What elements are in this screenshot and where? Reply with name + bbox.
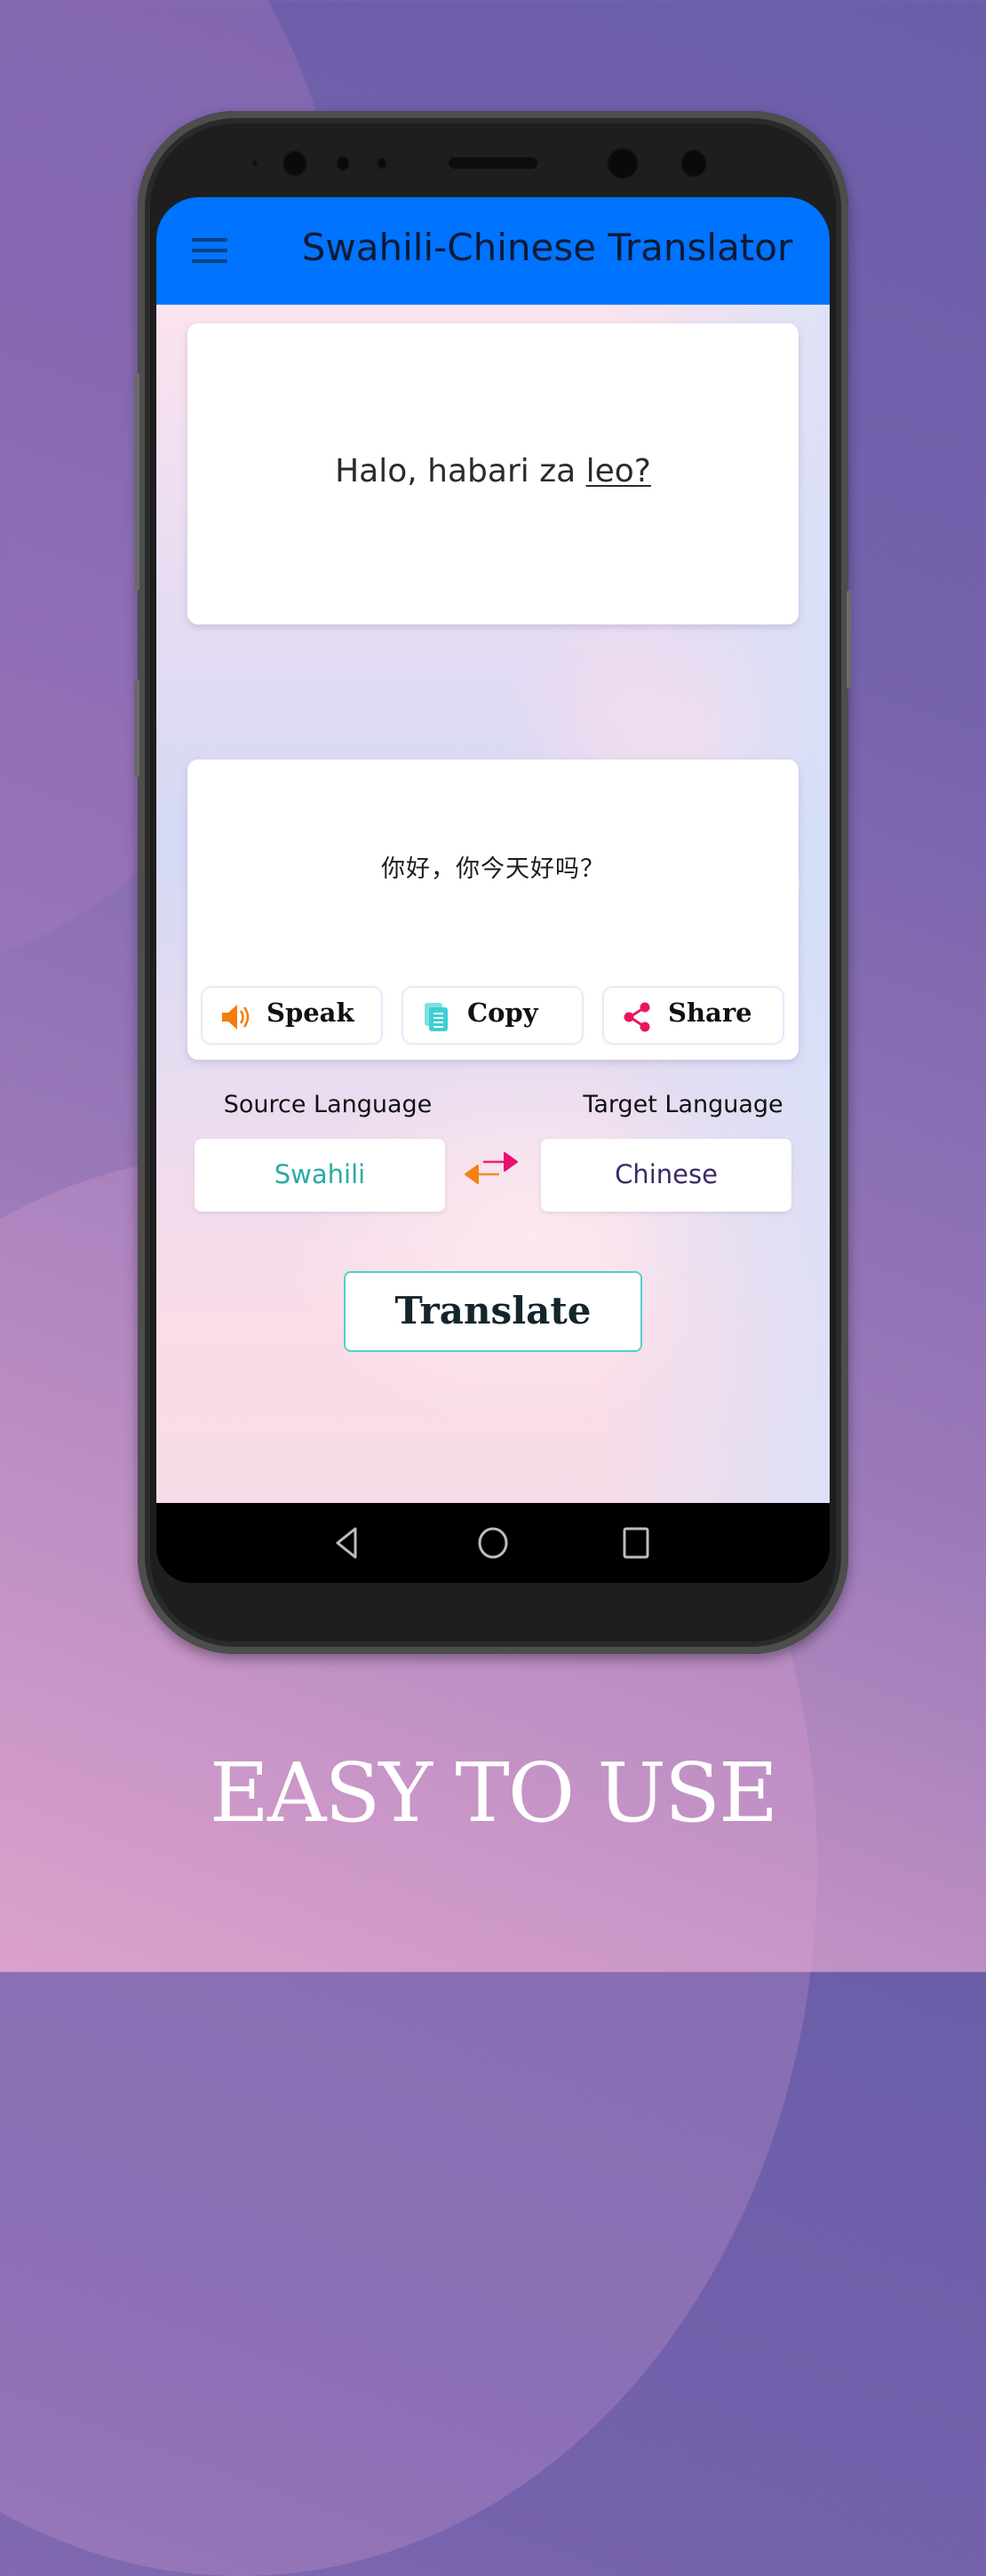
sensor-dot — [251, 160, 258, 167]
copy-icon — [425, 1003, 448, 1031]
source-text-input[interactable]: Halo, habari za leo? — [187, 323, 799, 624]
phone-side-button — [134, 680, 139, 777]
share-label: Share — [668, 998, 752, 1028]
target-language-label: Target Language — [583, 1091, 783, 1118]
swap-arrows-icon[interactable] — [458, 1148, 524, 1190]
android-nav-bar — [156, 1503, 830, 1583]
copy-button[interactable]: Copy — [403, 988, 582, 1043]
source-language-label: Source Language — [223, 1091, 433, 1118]
hamburger-menu-icon[interactable] — [192, 238, 227, 265]
source-language-selector[interactable]: Swahili — [195, 1139, 445, 1212]
target-language-value: Chinese — [615, 1159, 718, 1189]
speak-button[interactable]: Speak — [203, 988, 381, 1043]
app-title: Swahili-Chinese Translator — [301, 226, 793, 269]
translation-output-card: 你好，你今天好吗？ Speak Copy Share — [187, 759, 799, 1060]
front-camera — [282, 150, 307, 177]
sensor-dot — [336, 155, 350, 171]
source-language-value: Swahili — [274, 1159, 366, 1189]
share-button[interactable]: Share — [604, 988, 783, 1043]
source-text-underlined-word: leo? — [585, 453, 651, 489]
sensor-dot — [377, 157, 387, 170]
app-bar: Swahili-Chinese Translator — [156, 197, 830, 305]
phone-power-button — [847, 591, 852, 688]
recents-icon[interactable] — [622, 1526, 650, 1560]
front-camera-2 — [607, 147, 639, 179]
back-icon[interactable] — [334, 1526, 359, 1560]
target-language-selector[interactable]: Chinese — [541, 1139, 791, 1212]
main-content: Halo, habari za leo? 你好，你今天好吗？ Speak Cop… — [156, 305, 830, 1503]
translated-text: 你好，你今天好吗？ — [381, 855, 605, 883]
speaker-icon — [222, 1005, 250, 1030]
earpiece-speaker — [449, 157, 537, 169]
source-text: Halo, habari za leo? — [187, 453, 799, 489]
front-sensor — [680, 149, 707, 178]
copy-label: Copy — [467, 998, 538, 1028]
speak-label: Speak — [266, 998, 354, 1028]
translate-label: Translate — [394, 1289, 592, 1332]
source-text-plain: Halo, habari za — [335, 453, 586, 489]
phone-volume-button — [134, 373, 139, 591]
promo-tagline: EASY TO USE — [209, 1745, 778, 1841]
translate-button[interactable]: Translate — [344, 1271, 642, 1352]
share-icon — [624, 1002, 650, 1032]
app-screen: Swahili-Chinese Translator Halo, habari … — [156, 197, 830, 1583]
home-icon[interactable] — [477, 1526, 509, 1560]
